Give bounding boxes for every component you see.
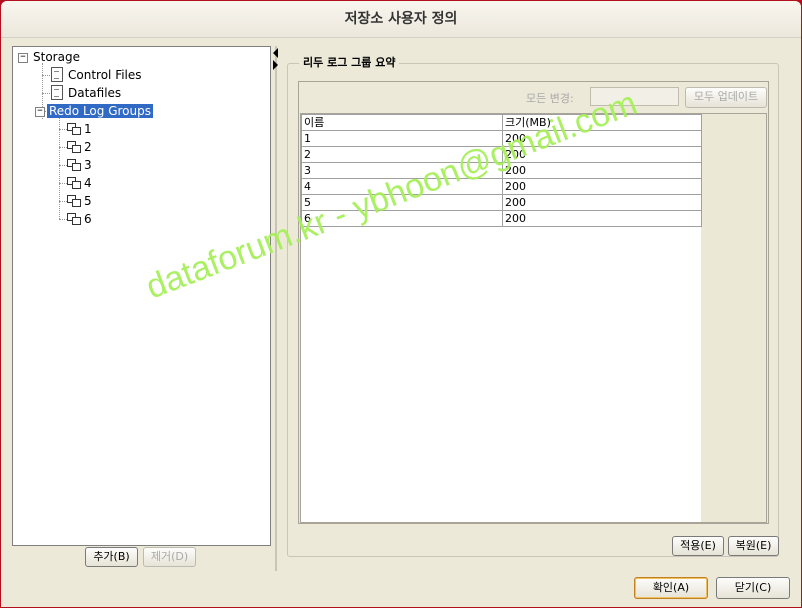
datafile-icon	[51, 85, 63, 100]
table-cell-size[interactable]: 200	[502, 162, 702, 179]
table-row[interactable]: 6 200	[301, 210, 702, 227]
collapse-storage-icon[interactable]: −	[18, 53, 28, 63]
table-row[interactable]: 3 200	[301, 162, 702, 179]
table-row[interactable]: 2 200	[301, 146, 702, 163]
tree-node-control-files[interactable]: Control Files	[66, 66, 144, 84]
table-cell-size[interactable]: 200	[502, 178, 702, 195]
table-cell-name[interactable]: 4	[301, 178, 503, 195]
table-row[interactable]: 1 200	[301, 130, 702, 147]
revert-button[interactable]: 복원(E)	[728, 536, 779, 556]
redo-group-icon	[67, 213, 81, 225]
redo-log-table[interactable]: 이름 크기(MB) 1 200 2 200 3 200 4 200 5 200	[300, 113, 767, 523]
ok-button[interactable]: 확인(A)	[634, 577, 708, 599]
table-cell-name[interactable]: 1	[301, 130, 503, 147]
tree-node-group-1[interactable]: 1	[82, 120, 94, 138]
expand-right-arrow-icon[interactable]	[273, 60, 278, 70]
change-all-label: 모든 변경:	[526, 92, 574, 105]
tree-node-redo-log-groups[interactable]: Redo Log Groups	[47, 102, 153, 120]
table-cell-name[interactable]: 2	[301, 146, 503, 163]
table-row[interactable]: 4 200	[301, 178, 702, 195]
table-row[interactable]: 5 200	[301, 194, 702, 211]
remove-button[interactable]: 제거(D)	[143, 547, 196, 567]
table-cell-size[interactable]: 200	[502, 130, 702, 147]
storage-tree[interactable]: − Storage Control Files Datafiles − Redo…	[12, 46, 271, 546]
add-button[interactable]: 추가(B)	[85, 547, 138, 567]
redo-group-icon	[67, 141, 81, 153]
table-header-row: 이름 크기(MB)	[301, 114, 702, 131]
tree-node-group-4[interactable]: 4	[82, 174, 94, 192]
redo-summary-title: 리두 로그 그룹 요약	[299, 56, 400, 70]
column-header-name[interactable]: 이름	[301, 114, 503, 131]
collapse-redo-icon[interactable]: −	[35, 107, 45, 117]
tree-node-group-3[interactable]: 3	[82, 156, 94, 174]
tree-node-datafiles[interactable]: Datafiles	[66, 84, 123, 102]
dialog-window: 저장소 사용자 정의 − Storage Control Files Dataf…	[1, 1, 801, 607]
redo-group-icon	[67, 195, 81, 207]
close-button[interactable]: 닫기(C)	[716, 577, 790, 599]
table-cell-size[interactable]: 200	[502, 194, 702, 211]
redo-group-icon	[67, 123, 81, 135]
table-cell-name[interactable]: 5	[301, 194, 503, 211]
tree-node-group-5[interactable]: 5	[82, 192, 94, 210]
table-cell-name[interactable]: 3	[301, 162, 503, 179]
collapse-left-arrow-icon[interactable]	[273, 48, 278, 58]
window-title: 저장소 사용자 정의	[1, 1, 801, 38]
column-header-size[interactable]: 크기(MB)	[502, 114, 702, 131]
tree-node-group-2[interactable]: 2	[82, 138, 94, 156]
control-file-icon	[51, 67, 63, 82]
redo-group-icon	[67, 159, 81, 171]
redo-group-icon	[67, 177, 81, 189]
table-cell-size[interactable]: 200	[502, 210, 702, 227]
apply-button[interactable]: 적용(E)	[672, 536, 724, 556]
panel-splitter[interactable]	[273, 46, 279, 571]
tree-node-group-6[interactable]: 6	[82, 210, 94, 228]
update-all-button[interactable]: 모두 업데이트	[685, 87, 767, 108]
tree-node-storage[interactable]: Storage	[31, 48, 82, 66]
change-all-input[interactable]	[590, 87, 679, 106]
tree-node-storage-label: Storage	[33, 50, 80, 64]
table-cell-name[interactable]: 6	[301, 210, 503, 227]
table-cell-size[interactable]: 200	[502, 146, 702, 163]
